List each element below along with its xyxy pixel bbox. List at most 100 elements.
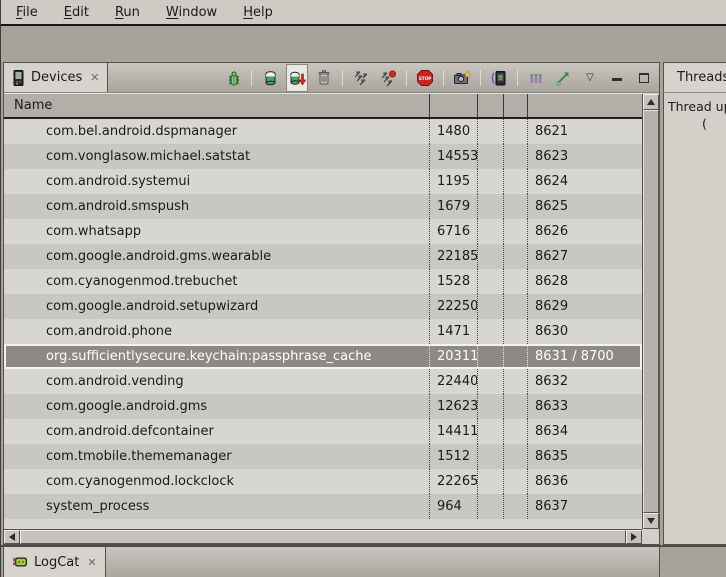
vertical-scrollbar-thumb[interactable] — [643, 110, 659, 513]
toolbar-separator — [443, 70, 444, 86]
cell-empty — [477, 319, 503, 344]
tab-devices[interactable]: Devices ✕ — [4, 63, 108, 92]
debug-process-icon[interactable] — [222, 66, 244, 90]
threads-tabbar: Threads — [664, 63, 726, 93]
table-row[interactable]: com.android.phone14718630 — [4, 319, 642, 344]
stop-process-icon[interactable]: STOP — [414, 66, 436, 90]
table-row[interactable]: com.google.android.gms.wearable221858627 — [4, 244, 642, 269]
tab-logcat-close-icon[interactable]: ✕ — [87, 556, 96, 569]
up-arrow-icon — [647, 99, 655, 105]
table-row[interactable]: com.android.defcontainer144118634 — [4, 419, 642, 444]
cell-name: com.android.systemui — [4, 169, 429, 194]
view-menu-icon[interactable]: ▽ — [579, 66, 601, 90]
systrace-icon[interactable] — [525, 66, 547, 90]
cell-pid: 1528 — [429, 269, 477, 294]
scroll-right-button[interactable] — [626, 530, 642, 544]
vertical-scrollbar[interactable] — [642, 94, 659, 529]
start-method-profiling-icon[interactable] — [377, 66, 399, 90]
update-heap-icon[interactable] — [259, 66, 281, 90]
dump-hprof-icon[interactable] — [286, 64, 308, 92]
cell-name: com.android.phone — [4, 319, 429, 344]
scroll-up-button[interactable] — [643, 94, 659, 110]
tab-devices-close-icon[interactable]: ✕ — [90, 71, 99, 84]
tab-logcat-label: LogCat — [34, 555, 79, 570]
table-row[interactable]: system_process9648637 — [4, 494, 642, 519]
cause-gc-icon[interactable] — [313, 66, 335, 90]
threads-message-line1: Thread up — [668, 98, 722, 115]
table-row[interactable]: com.google.android.setupwizard222508629 — [4, 294, 642, 319]
cell-port: 8626 — [527, 219, 642, 244]
table-row[interactable]: com.cyanogenmod.lockclock222658636 — [4, 469, 642, 494]
table-row[interactable]: com.vonglasow.michael.satstat145538623 — [4, 144, 642, 169]
cell-empty — [477, 344, 503, 369]
cell-name: com.google.android.gms — [4, 394, 429, 419]
table-row[interactable]: com.google.android.gms126238633 — [4, 394, 642, 419]
column-header-name[interactable]: Name — [4, 94, 429, 117]
cell-pid: 14411 — [429, 419, 477, 444]
table-row[interactable]: com.tmobile.thememanager15128635 — [4, 444, 642, 469]
opengl-trace-icon[interactable] — [552, 66, 574, 90]
table-row[interactable]: com.android.smspush16798625 — [4, 194, 642, 219]
cell-empty — [477, 444, 503, 469]
column-header-port[interactable] — [527, 94, 642, 117]
capture-device-icon[interactable] — [488, 66, 510, 90]
cell-empty — [477, 169, 503, 194]
cell-name: com.google.android.gms.wearable — [4, 244, 429, 269]
cell-empty — [503, 344, 527, 369]
column-header-pid[interactable] — [429, 94, 477, 117]
cell-pid: 12623 — [429, 394, 477, 419]
cell-pid: 22185 — [429, 244, 477, 269]
menu-file[interactable]: File — [3, 5, 51, 20]
screen-capture-icon[interactable] — [451, 66, 473, 90]
cell-empty — [477, 469, 503, 494]
cell-port: 8635 — [527, 444, 642, 469]
cell-empty — [503, 219, 527, 244]
tab-threads[interactable]: Threads — [664, 63, 726, 92]
cell-name: com.android.defcontainer — [4, 419, 429, 444]
toolbar-separator — [480, 70, 481, 86]
cell-port: 8631 / 8700 — [527, 344, 642, 369]
devices-tabbar: Devices ✕ — [4, 63, 659, 93]
scroll-left-button[interactable] — [4, 530, 20, 544]
cell-port: 8625 — [527, 194, 642, 219]
bottom-bar: LogCat ✕ — [1, 545, 726, 577]
column-header-status1[interactable] — [477, 94, 503, 117]
menu-run[interactable]: Run — [102, 5, 153, 20]
logcat-icon — [12, 555, 29, 569]
empty-toolbar-strip — [1, 26, 726, 62]
cell-empty — [503, 244, 527, 269]
horizontal-scrollbar-thumb[interactable] — [20, 530, 626, 544]
stop-icon-label: STOP — [419, 76, 432, 81]
table-row[interactable]: com.android.vending224408632 — [4, 369, 642, 394]
table-row[interactable]: com.bel.android.dspmanager14808621 — [4, 119, 642, 144]
cell-port: 8630 — [527, 319, 642, 344]
update-threads-icon[interactable] — [350, 66, 372, 90]
table-row[interactable]: com.whatsapp67168626 — [4, 219, 642, 244]
scroll-down-button[interactable] — [643, 513, 659, 529]
tab-devices-label: Devices — [31, 70, 82, 85]
column-header-status2[interactable] — [503, 94, 527, 117]
cell-empty — [503, 394, 527, 419]
tab-logcat[interactable]: LogCat ✕ — [4, 547, 106, 577]
cell-pid: 1480 — [429, 119, 477, 144]
cell-empty — [477, 244, 503, 269]
maximize-icon[interactable] — [633, 66, 655, 90]
table-row[interactable]: com.cyanogenmod.trebuchet15288628 — [4, 269, 642, 294]
menu-window[interactable]: Window — [153, 5, 230, 20]
cell-empty — [477, 294, 503, 319]
table-row[interactable]: com.android.systemui11958624 — [4, 169, 642, 194]
minimize-icon[interactable] — [606, 66, 628, 90]
device-table-header[interactable]: Name — [4, 93, 642, 119]
cell-empty — [477, 194, 503, 219]
cell-empty — [477, 119, 503, 144]
cell-name: system_process — [4, 494, 429, 519]
menu-edit[interactable]: Edit — [51, 5, 102, 20]
table-row-selected[interactable]: org.sufficientlysecure.keychain:passphra… — [4, 344, 642, 369]
cell-empty — [503, 144, 527, 169]
threads-message-line2: ( — [668, 115, 722, 132]
menu-bar: File Edit Run Window Help — [1, 0, 726, 26]
cell-pid: 22250 — [429, 294, 477, 319]
horizontal-scrollbar[interactable] — [4, 529, 642, 544]
cell-empty — [503, 444, 527, 469]
menu-help[interactable]: Help — [230, 5, 286, 20]
